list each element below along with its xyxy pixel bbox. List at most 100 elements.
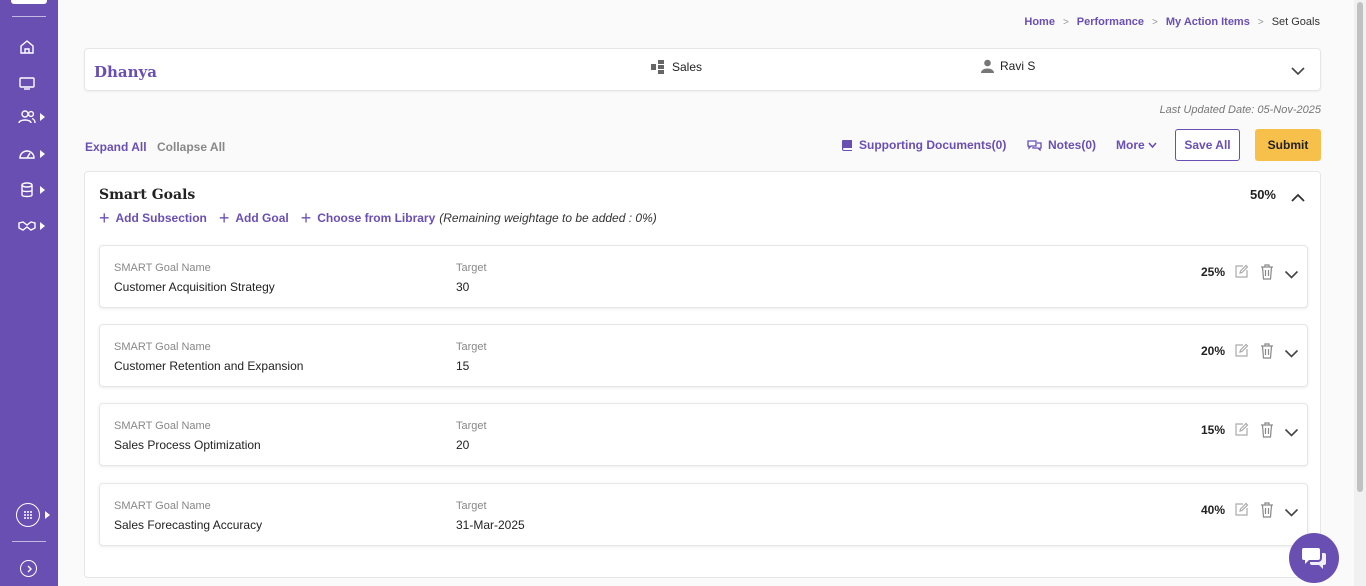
edit-icon (1235, 422, 1249, 436)
gauge-icon (19, 150, 35, 159)
sidebar-item-performance[interactable] (18, 143, 46, 165)
goal-target-label: Target (456, 262, 487, 274)
goal-target: 20 (456, 438, 470, 452)
sidebar-item-data[interactable] (18, 179, 46, 201)
breadcrumb-separator-icon: > (1152, 16, 1158, 28)
smart-goals-section: Smart Goals 50% + Add Subsection + Add G… (84, 171, 1321, 578)
sidebar-item-people[interactable] (18, 106, 46, 128)
chevron-down-icon (1284, 349, 1299, 358)
logo[interactable] (11, 0, 47, 4)
user-icon (981, 59, 994, 73)
chat-support-button[interactable] (1289, 533, 1339, 583)
goal-name: Customer Acquisition Strategy (114, 280, 275, 294)
breadcrumb-performance[interactable]: Performance (1077, 16, 1144, 28)
department-label: Sales (672, 60, 703, 74)
delete-goal-button[interactable] (1260, 502, 1274, 523)
breadcrumb-action-items[interactable]: My Action Items (1166, 16, 1250, 28)
goal-name-label: SMART Goal Name (114, 500, 211, 512)
sidebar-divider (12, 541, 46, 542)
supporting-documents-link[interactable]: Supporting Documents(0) (841, 138, 1006, 152)
add-goal-link[interactable]: + Add Goal (219, 209, 289, 227)
goal-target: 30 (456, 280, 470, 294)
section-collapse-toggle[interactable] (1290, 190, 1306, 208)
sidebar-item-dashboard[interactable] (18, 72, 46, 94)
breadcrumb-separator-icon: > (1257, 16, 1264, 28)
edit-goal-button[interactable] (1234, 343, 1249, 363)
section-title: Smart Goals (99, 187, 196, 203)
delete-goal-button[interactable] (1260, 422, 1274, 443)
add-subsection-label: Add Subsection (115, 211, 207, 225)
edit-goal-button[interactable] (1234, 502, 1249, 522)
apps-button[interactable] (16, 503, 40, 527)
caret-right-icon (40, 113, 45, 121)
trash-icon (1261, 264, 1273, 280)
scrollbar-thumb[interactable] (1357, 2, 1363, 492)
goal-weight: 15% (1200, 423, 1225, 437)
goal-name-label: SMART Goal Name (114, 341, 211, 353)
breadcrumb-home[interactable]: Home (1024, 16, 1055, 28)
add-goal-label: Add Goal (235, 211, 289, 225)
chevron-down-icon (1284, 508, 1299, 517)
notes-label: Notes(0) (1048, 138, 1097, 152)
chat-bubble-icon (1302, 548, 1326, 569)
edit-icon (1235, 264, 1249, 278)
goal-name: Customer Retention and Expansion (114, 359, 304, 373)
expand-all-link[interactable]: Expand All (85, 140, 147, 154)
edit-goal-button[interactable] (1234, 264, 1249, 284)
goal-card[interactable]: SMART Goal Name Customer Retention and E… (99, 324, 1308, 387)
home-icon (20, 40, 34, 54)
chat-icon (1027, 140, 1042, 151)
goal-expand-toggle[interactable] (1284, 424, 1299, 442)
choose-library-label: Choose from Library (317, 211, 436, 225)
employee-card-toggle[interactable] (1290, 63, 1306, 81)
chevron-down-icon (1284, 428, 1299, 437)
handshake-icon (18, 221, 36, 231)
goal-target: 15 (456, 359, 470, 373)
monitor-icon (19, 77, 35, 90)
more-menu[interactable]: More (1116, 138, 1157, 152)
employee-card: Dhanya Sales Ravi S (84, 48, 1321, 91)
submit-button[interactable]: Submit (1255, 129, 1321, 161)
collapse-all-link[interactable]: Collapse All (157, 140, 225, 154)
chevron-down-icon (1291, 67, 1305, 76)
goal-expand-toggle[interactable] (1284, 266, 1299, 284)
scrollbar[interactable] (1354, 0, 1366, 586)
chevron-down-icon (1148, 142, 1157, 148)
trash-icon (1261, 422, 1273, 438)
sidebar-item-engagement[interactable] (18, 215, 46, 237)
breadcrumb-separator-icon: > (1062, 16, 1069, 28)
goal-name-label: SMART Goal Name (114, 262, 211, 274)
last-updated-date: Last Updated Date: 05-Nov-2025 (1159, 104, 1321, 116)
plus-icon: + (300, 208, 312, 228)
goal-expand-toggle[interactable] (1284, 345, 1299, 363)
edit-goal-button[interactable] (1234, 422, 1249, 442)
edit-icon (1235, 502, 1249, 516)
goal-card[interactable]: SMART Goal Name Customer Acquisition Str… (99, 245, 1308, 308)
sidebar-item-home[interactable] (18, 36, 46, 58)
goal-name-label: SMART Goal Name (114, 420, 211, 432)
section-percent: 50% (1249, 187, 1276, 202)
trash-icon (1261, 343, 1273, 359)
goal-card[interactable]: SMART Goal Name Sales Forecasting Accura… (99, 483, 1308, 546)
grid-icon (24, 511, 32, 519)
goal-weight: 25% (1200, 265, 1225, 279)
delete-goal-button[interactable] (1260, 264, 1274, 285)
goal-expand-toggle[interactable] (1284, 504, 1299, 522)
expand-sidebar-button[interactable] (20, 560, 37, 577)
remaining-weightage-note: (Remaining weightage to be added : 0%) (439, 211, 657, 225)
goal-card[interactable]: SMART Goal Name Sales Process Optimizati… (99, 403, 1308, 466)
notes-link[interactable]: Notes(0) (1027, 138, 1096, 152)
goal-name: Sales Forecasting Accuracy (114, 518, 263, 532)
save-all-button[interactable]: Save All (1175, 129, 1240, 161)
goal-target-label: Target (456, 341, 487, 353)
breadcrumb: Home > Performance > My Action Items > S… (1024, 16, 1320, 28)
goal-weight: 20% (1200, 344, 1225, 358)
goal-weight: 40% (1200, 503, 1225, 517)
goal-target-label: Target (456, 500, 487, 512)
delete-goal-button[interactable] (1260, 343, 1274, 364)
more-label: More (1116, 138, 1145, 152)
choose-library-link[interactable]: + Choose from Library (300, 208, 436, 228)
add-subsection-link[interactable]: + Add Subsection (99, 209, 207, 227)
sidebar-divider (12, 16, 46, 17)
edit-icon (1235, 343, 1249, 357)
